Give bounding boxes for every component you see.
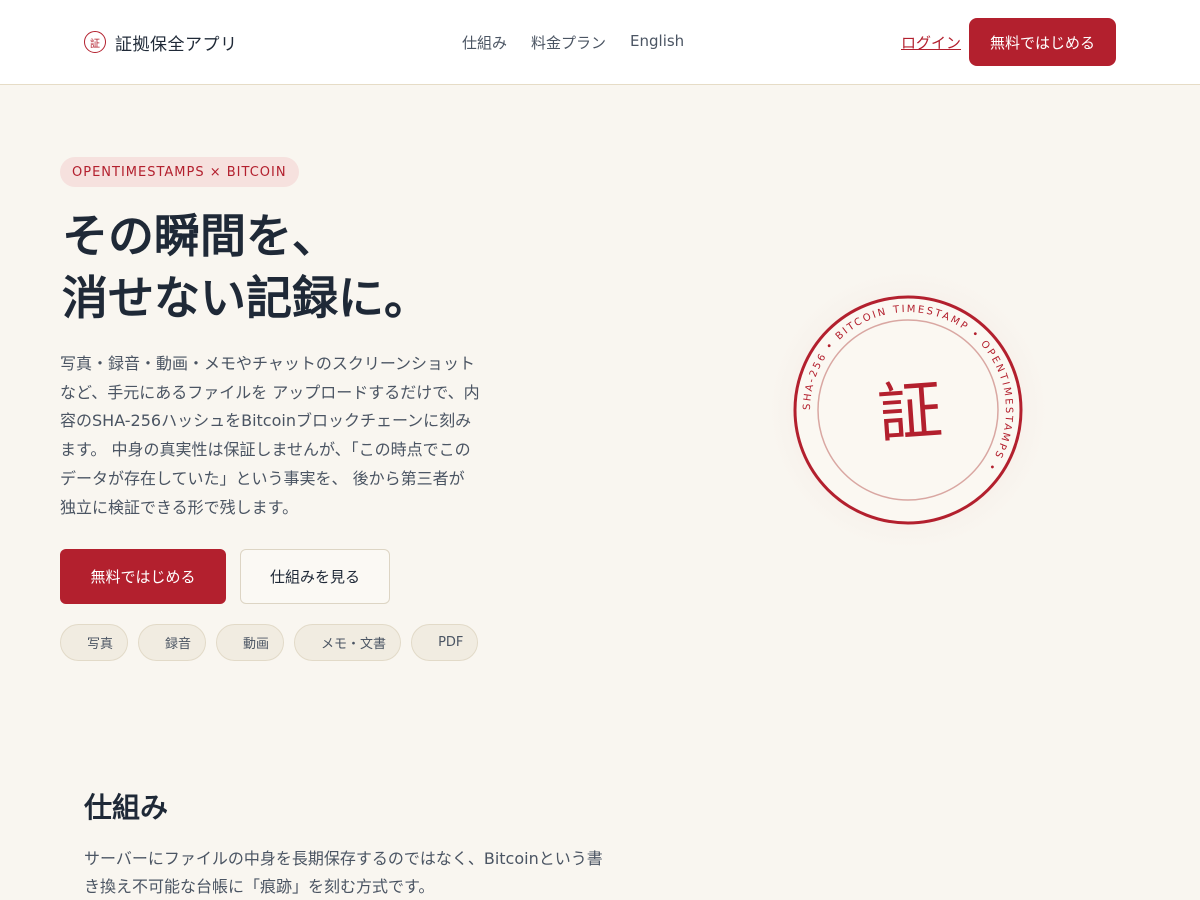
section-description: サーバーにファイルの中身を長期保存するのではなく、Bitcoinという書き換え不… bbox=[84, 849, 603, 896]
start-free-button[interactable]: 無料ではじめる bbox=[60, 549, 226, 604]
headline-line-1: その瞬間を、 bbox=[62, 209, 338, 263]
nav-link-how-it-works[interactable]: 仕組み bbox=[462, 32, 507, 53]
seal-center-character: 証 bbox=[876, 374, 945, 452]
chip-pdf: PDF bbox=[411, 624, 479, 661]
main-nav: 仕組み 料金プラン English bbox=[462, 32, 684, 53]
see-how-it-works-button[interactable]: 仕組みを見る bbox=[240, 549, 390, 604]
header-signup-button[interactable]: 無料ではじめる bbox=[969, 18, 1116, 66]
seal-icon: 証 bbox=[84, 31, 106, 53]
nav-link-english[interactable]: English bbox=[630, 32, 684, 53]
nav-link-pricing[interactable]: 料金プラン bbox=[531, 32, 606, 53]
chip-video: 動画 bbox=[216, 624, 285, 661]
file-type-chips: 写真 録音 動画 メモ・文書 PDF bbox=[60, 624, 479, 661]
site-header: 証 証拠保全アプリ 仕組み 料金プラン English ログイン 無料ではじめる bbox=[0, 0, 1200, 85]
login-link[interactable]: ログイン bbox=[901, 32, 961, 53]
headline-line-2: 消せない記録に。 bbox=[62, 271, 430, 325]
hero-description: 写真・録音・動画・メモやチャットのスクリーンショットなど、手元にあるファイルを … bbox=[60, 354, 480, 517]
chip-memo: メモ・文書 bbox=[294, 624, 402, 661]
eyebrow-badge: OPENTIMESTAMPS × BITCOIN bbox=[60, 157, 299, 187]
logo-text: 証拠保全アプリ bbox=[115, 34, 238, 55]
timestamp-seal-illustration: SHA-256 • BITCOIN TIMESTAMP • OPENTIMEST… bbox=[760, 262, 1056, 558]
chip-photo: 写真 bbox=[60, 624, 129, 661]
logo[interactable]: 証 証拠保全アプリ bbox=[84, 31, 238, 55]
section-title: 仕組み bbox=[84, 791, 169, 824]
chip-audio: 録音 bbox=[138, 624, 207, 661]
hero-headline: その瞬間を、 消せない記録に。 bbox=[62, 205, 622, 329]
